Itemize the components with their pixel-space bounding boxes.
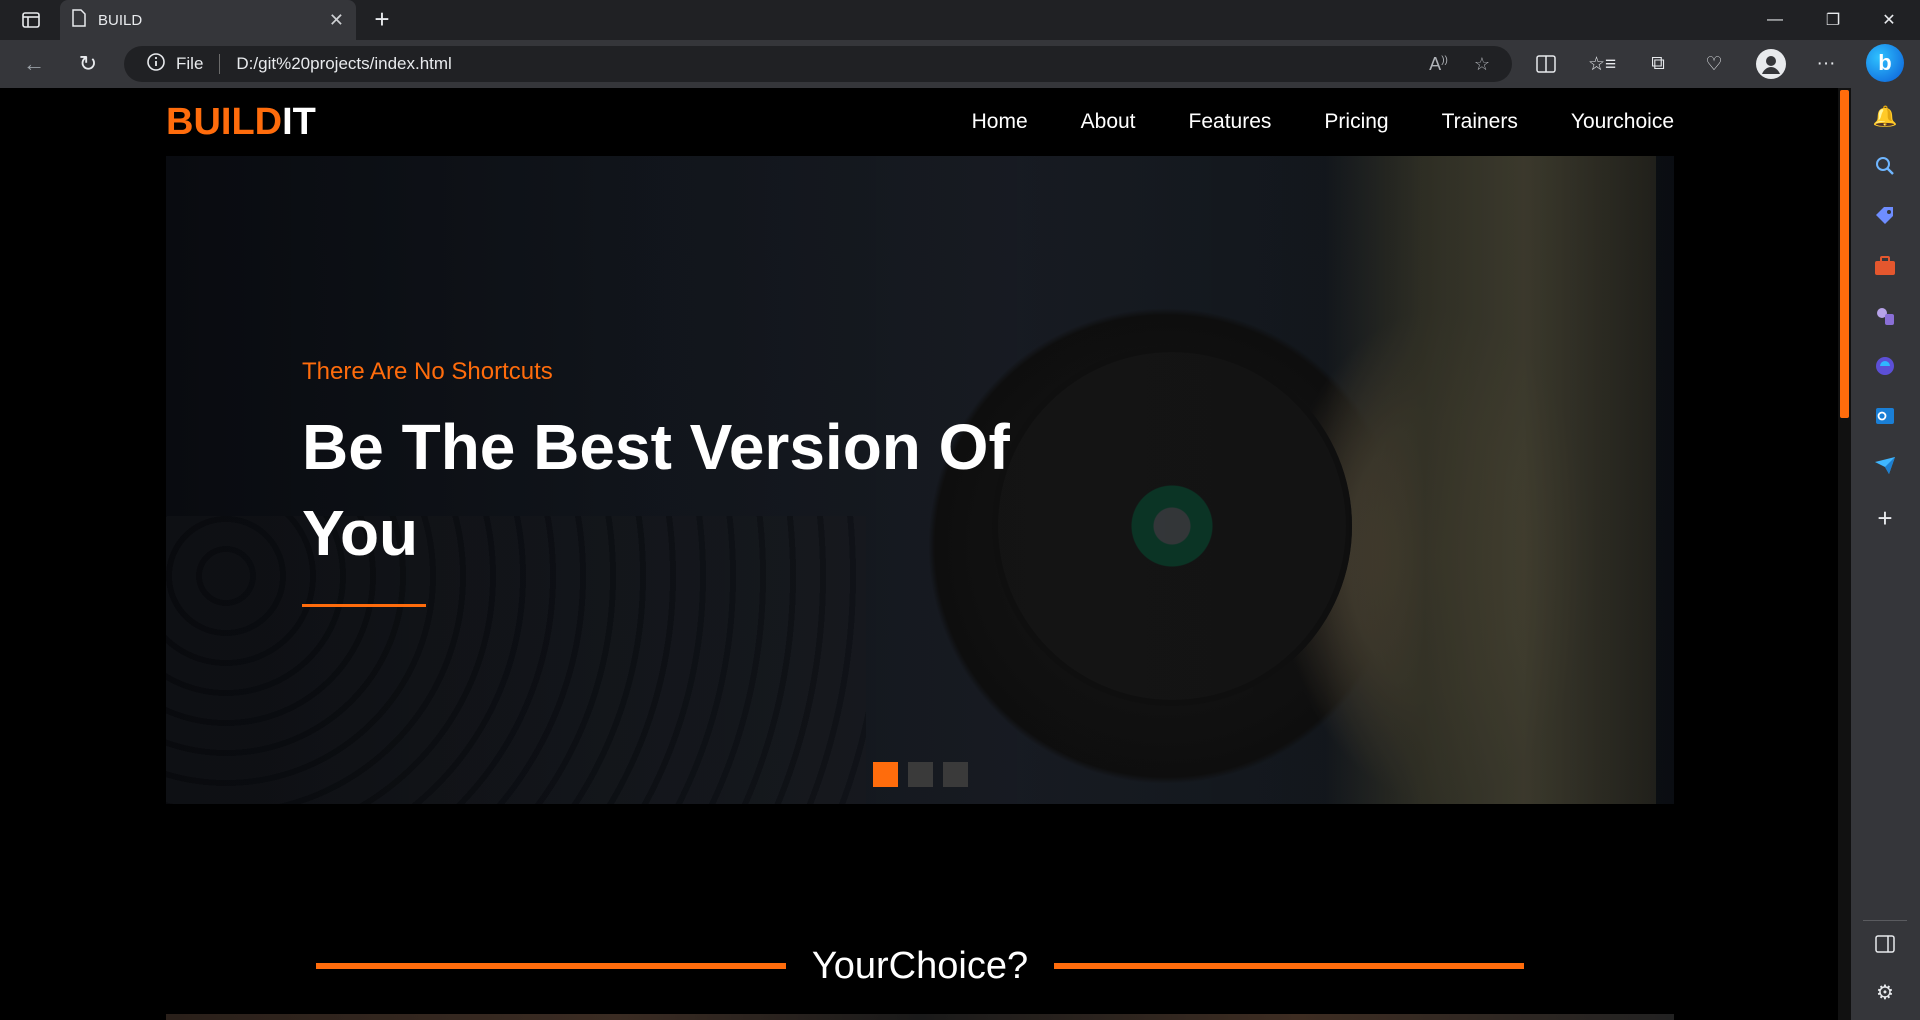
section-title: YourChoice? xyxy=(811,944,1029,987)
nav-pricing[interactable]: Pricing xyxy=(1324,110,1388,134)
favorites-icon[interactable]: ☆≡ xyxy=(1588,50,1616,78)
sidebar-settings-gear-icon[interactable]: ⚙ xyxy=(1871,978,1899,1006)
hero-tagline: There Are No Shortcuts xyxy=(302,358,553,385)
outlook-icon[interactable] xyxy=(1871,402,1899,430)
hero-slider: There Are No Shortcuts Be The Best Versi… xyxy=(166,156,1674,804)
slider-dot-2[interactable] xyxy=(908,762,933,787)
collections-icon[interactable]: ⧉ xyxy=(1644,50,1672,78)
slider-dot-3[interactable] xyxy=(943,762,968,787)
choice-cards-preview xyxy=(166,1014,1674,1020)
slider-dots xyxy=(873,762,968,787)
minimize-icon[interactable]: — xyxy=(1752,0,1798,40)
browser-titlebar: BUILD ✕ + — ❐ ✕ xyxy=(0,0,1920,40)
logo-part-build: BUILD xyxy=(166,100,283,143)
nav-features[interactable]: Features xyxy=(1189,110,1272,134)
favorite-star-icon[interactable]: ☆ xyxy=(1474,54,1490,75)
nav-trainers[interactable]: Trainers xyxy=(1442,110,1518,134)
site-header: BUILDIT Home About Features Pricing Trai… xyxy=(166,88,1674,156)
nav-yourchoice[interactable]: Yourchoice xyxy=(1571,110,1674,134)
close-tab-icon[interactable]: ✕ xyxy=(329,10,344,31)
profile-avatar-icon[interactable] xyxy=(1756,49,1786,79)
games-icon[interactable] xyxy=(1871,302,1899,330)
sidebar-divider xyxy=(1863,920,1907,921)
browser-toolbar: ← ↻ File D:/git%20projects/index.html A)… xyxy=(0,40,1920,88)
edge-sidebar: 🔔 + ⚙ xyxy=(1851,88,1920,1020)
web-page: BUILDIT Home About Features Pricing Trai… xyxy=(0,88,1838,1020)
restore-icon[interactable]: ❐ xyxy=(1810,0,1856,40)
logo-part-it: IT xyxy=(282,100,316,143)
slider-dot-1[interactable] xyxy=(873,762,898,787)
info-icon[interactable] xyxy=(146,52,166,77)
main-nav: Home About Features Pricing Trainers You… xyxy=(972,110,1674,134)
address-prefix: File xyxy=(176,54,204,73)
address-separator xyxy=(219,54,221,74)
tab-actions-icon[interactable] xyxy=(16,8,46,32)
page-icon xyxy=(72,9,86,31)
address-bar[interactable]: File D:/git%20projects/index.html A)) ☆ xyxy=(124,46,1512,82)
nav-home[interactable]: Home xyxy=(972,110,1028,134)
hero-text: There Are No Shortcuts Be The Best Versi… xyxy=(302,358,1062,607)
bing-copilot-icon[interactable]: b xyxy=(1866,44,1904,82)
site-logo[interactable]: BUILDIT xyxy=(166,101,316,144)
close-window-icon[interactable]: ✕ xyxy=(1866,0,1912,40)
shopping-tag-icon[interactable] xyxy=(1871,202,1899,230)
tools-briefcase-icon[interactable] xyxy=(1871,252,1899,280)
new-tab-icon[interactable]: + xyxy=(368,6,396,34)
refresh-icon[interactable]: ↻ xyxy=(72,48,104,80)
more-options-icon[interactable]: ··· xyxy=(1812,50,1840,78)
scrollbar-thumb[interactable] xyxy=(1840,90,1849,418)
heading-line-left xyxy=(316,963,786,969)
send-drop-icon[interactable] xyxy=(1871,452,1899,480)
add-sidebar-app-icon[interactable]: + xyxy=(1871,503,1899,533)
tab-title: BUILD xyxy=(98,11,143,29)
microsoft-365-icon[interactable] xyxy=(1871,352,1899,380)
yourchoice-section-heading: YourChoice? xyxy=(316,936,1525,996)
browser-tab[interactable]: BUILD ✕ xyxy=(60,0,356,40)
notification-bell-icon[interactable]: 🔔 xyxy=(1871,102,1899,130)
back-icon[interactable]: ← xyxy=(18,48,50,80)
browser-essentials-icon[interactable]: ♡ xyxy=(1700,50,1728,78)
split-screen-icon[interactable] xyxy=(1532,50,1560,78)
nav-about[interactable]: About xyxy=(1081,110,1136,134)
hero-headline: Be The Best Version Of You xyxy=(302,411,1010,569)
hide-sidebar-icon[interactable] xyxy=(1871,930,1899,958)
read-aloud-icon[interactable]: A)) xyxy=(1429,54,1448,75)
search-icon[interactable] xyxy=(1871,152,1899,180)
hero-underline xyxy=(302,604,426,607)
heading-line-right xyxy=(1054,963,1525,969)
url-text[interactable]: D:/git%20projects/index.html xyxy=(236,54,451,74)
